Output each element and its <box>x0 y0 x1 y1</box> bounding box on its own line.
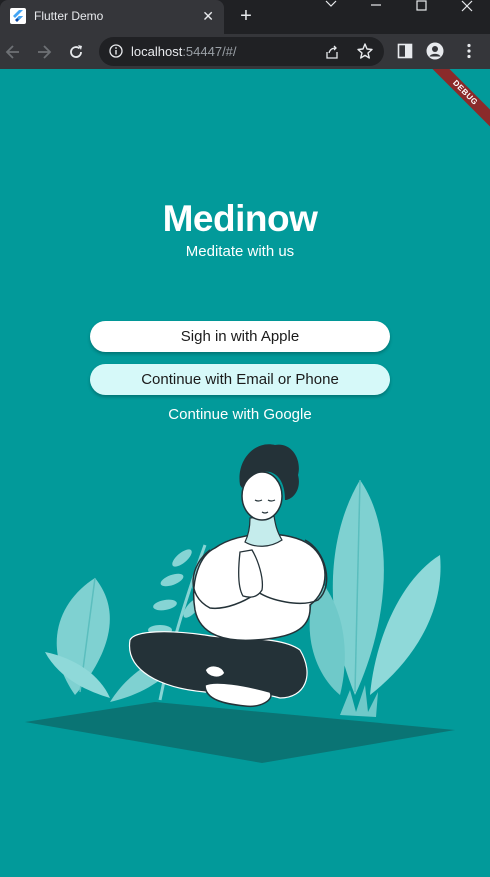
chevron-down-icon[interactable] <box>308 0 354 12</box>
reload-icon[interactable] <box>66 42 86 62</box>
plus-icon[interactable]: + <box>235 5 257 27</box>
meditation-illustration <box>25 444 455 763</box>
sign-in-apple-button[interactable]: Sigh in with Apple <box>90 321 390 352</box>
flutter-icon <box>10 8 26 24</box>
browser-toolbar: localhost:54447/#/ <box>0 34 490 69</box>
star-icon[interactable] <box>356 42 374 60</box>
tab-title: Flutter Demo <box>34 9 104 23</box>
close-icon[interactable]: ✕ <box>202 9 214 23</box>
url-path: :54447/#/ <box>182 44 237 59</box>
sidebar-icon[interactable] <box>396 42 414 60</box>
back-icon[interactable] <box>3 42 23 62</box>
url-text: localhost:54447/#/ <box>131 44 237 59</box>
browser-tab[interactable]: Flutter Demo ✕ <box>0 0 224 34</box>
app-subtitle: Meditate with us <box>185 243 295 260</box>
share-icon[interactable] <box>324 44 340 60</box>
browser-titlebar: Flutter Demo ✕ + <box>0 0 490 34</box>
url-host: localhost <box>131 44 183 59</box>
window-close-icon[interactable] <box>444 0 490 12</box>
debug-banner: DEBUG <box>0 69 490 149</box>
debug-label: DEBUG <box>421 69 490 137</box>
floor-shadow <box>25 702 455 763</box>
profile-icon[interactable] <box>426 42 444 60</box>
address-bar[interactable]: localhost:54447/#/ <box>99 37 384 66</box>
maximize-icon[interactable] <box>399 0 445 12</box>
continue-google-link[interactable]: Continue with Google <box>90 406 390 428</box>
info-icon[interactable] <box>109 44 123 58</box>
minimize-icon[interactable] <box>353 0 399 12</box>
forward-icon[interactable] <box>34 42 54 62</box>
app-title: Medinow <box>162 198 318 239</box>
menu-icon[interactable] <box>460 42 478 60</box>
continue-email-button[interactable]: Continue with Email or Phone <box>90 364 390 395</box>
